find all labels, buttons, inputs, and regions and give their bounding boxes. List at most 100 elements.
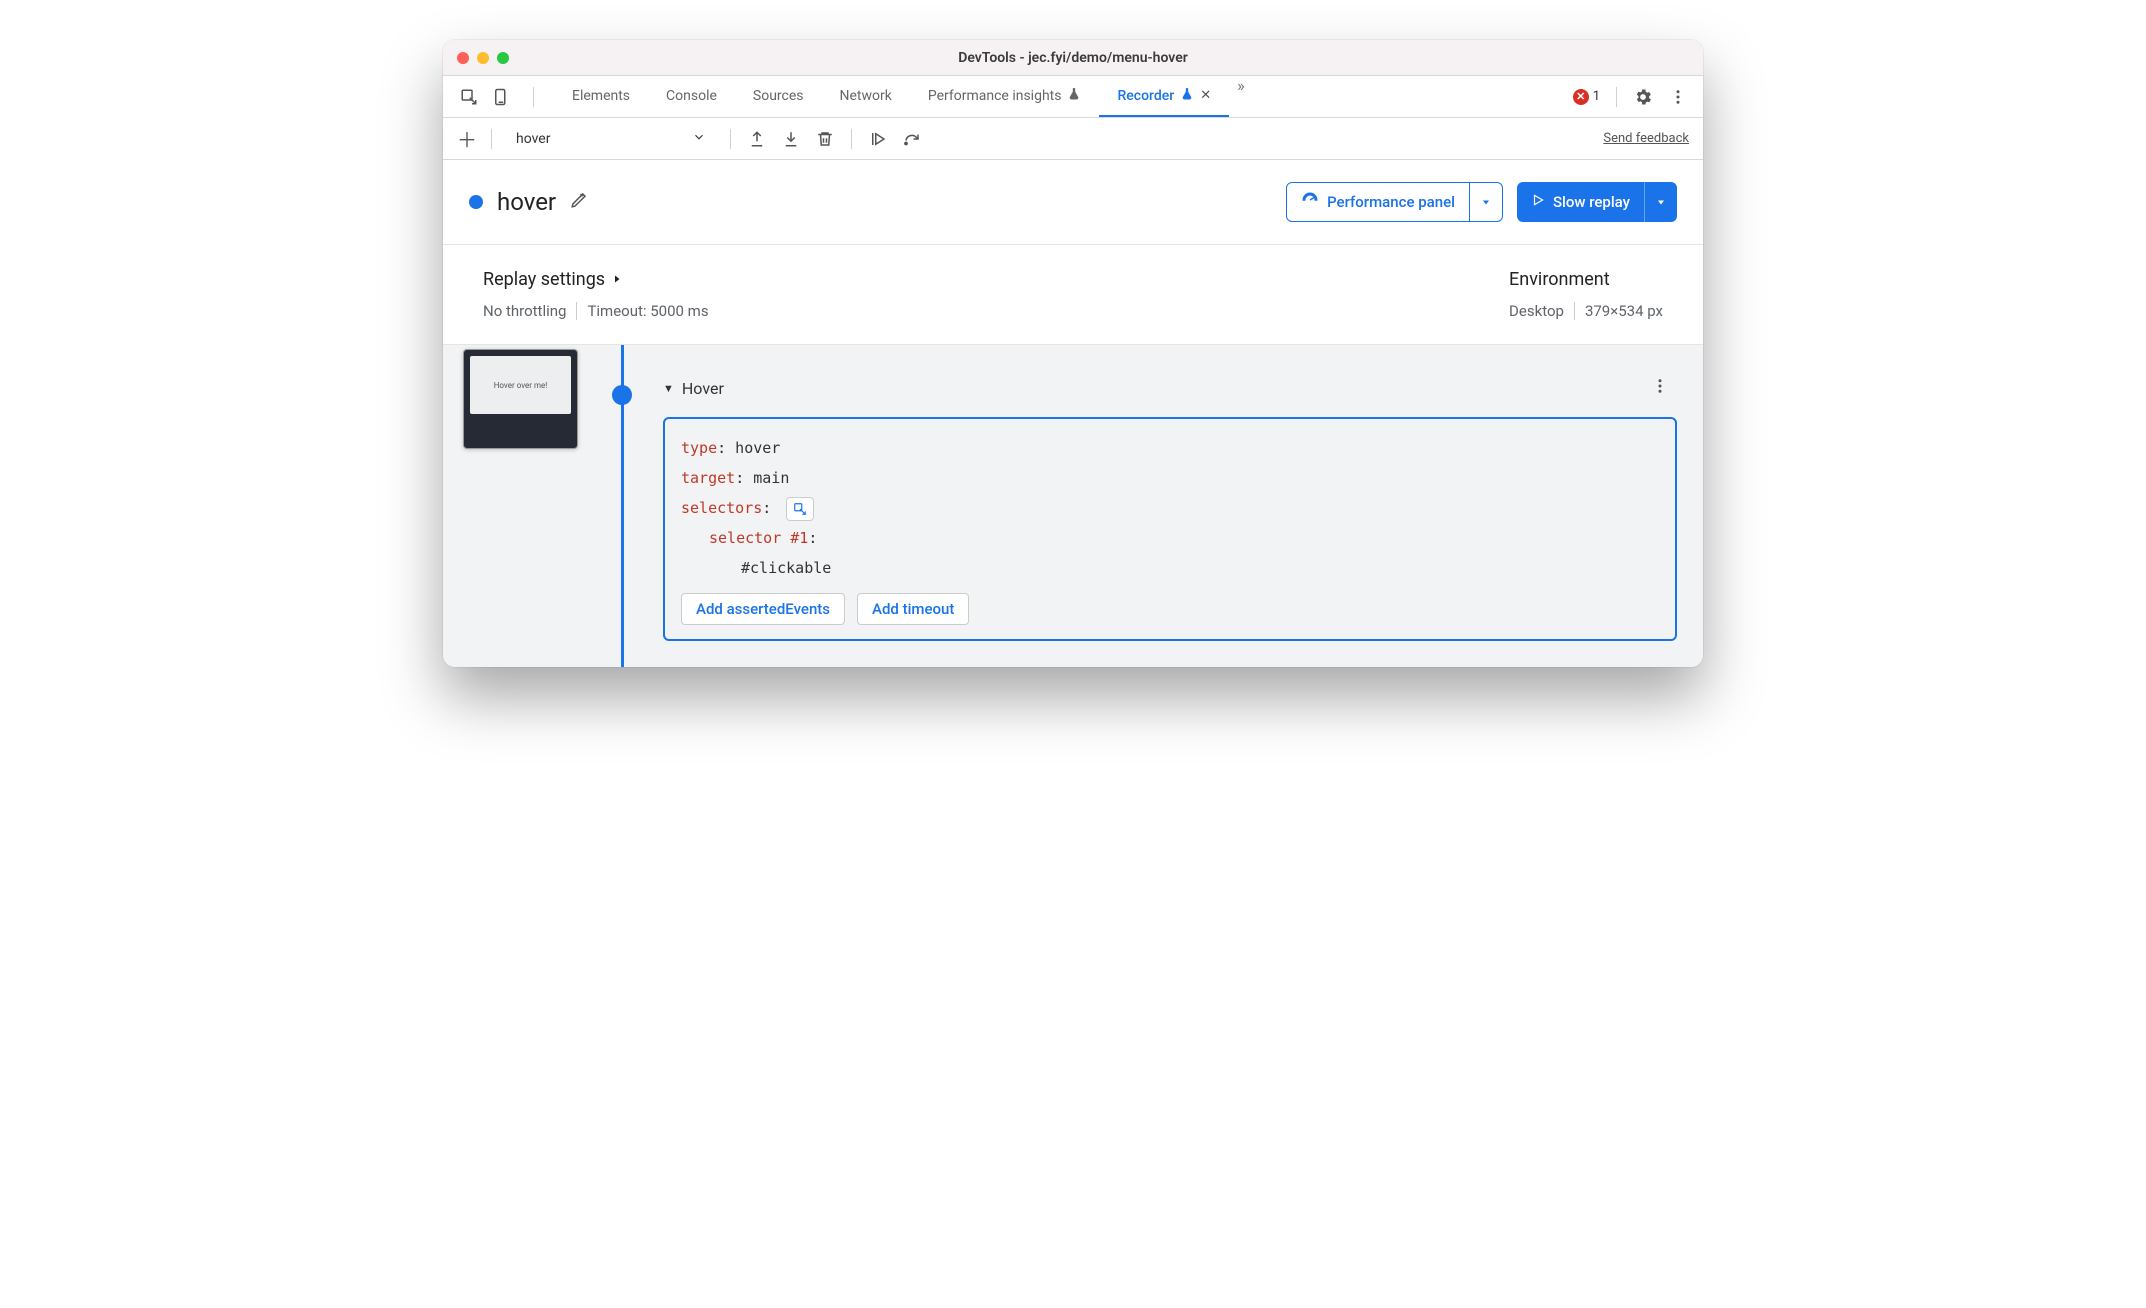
environment-label: Environment — [1509, 269, 1663, 290]
tab-console[interactable]: Console — [648, 76, 735, 117]
panel-tabs: Elements Console Sources Network Perform… — [554, 76, 1253, 117]
performance-panel-button: Performance panel — [1286, 182, 1503, 222]
maximize-window-icon[interactable] — [497, 52, 509, 64]
tab-label: Sources — [753, 88, 804, 104]
recording-header: hover Performance panel — [443, 160, 1703, 245]
traffic-lights — [457, 52, 509, 64]
throttling-value: No throttling — [483, 302, 566, 320]
selector1-value[interactable]: #clickable — [681, 553, 1659, 583]
key-target: target — [681, 469, 735, 487]
recording-select-value: hover — [516, 131, 550, 147]
timeline-column: Hover over me! — [443, 345, 623, 641]
step-row-target: target: main — [681, 463, 1659, 493]
gauge-icon — [1301, 191, 1319, 213]
step-name: Hover — [682, 379, 724, 398]
key-selectors: selectors — [681, 499, 762, 517]
step-details-card: type: hover target: main selectors: sele… — [663, 417, 1677, 641]
divider — [533, 87, 534, 107]
device-value: Desktop — [1509, 302, 1564, 320]
step-header[interactable]: ▼ Hover — [663, 373, 1677, 403]
selectors-colon: : — [762, 499, 771, 517]
divider — [491, 129, 492, 149]
tab-network[interactable]: Network — [822, 76, 910, 117]
key-type: type — [681, 439, 717, 457]
collapse-triangle-icon: ▼ — [663, 382, 674, 395]
performance-panel-label: Performance panel — [1327, 193, 1455, 211]
recording-select[interactable]: hover — [506, 130, 716, 148]
play-icon — [1531, 193, 1545, 211]
tab-label: Elements — [572, 88, 630, 104]
tab-performance-insights[interactable]: Performance insights — [910, 76, 1100, 117]
divider — [851, 129, 852, 149]
val-type: : hover — [717, 439, 780, 457]
step-screenshot-thumb[interactable]: Hover over me! — [463, 349, 578, 449]
tab-recorder[interactable]: Recorder ✕ — [1099, 76, 1229, 117]
tab-label: Console — [666, 88, 717, 104]
error-count: 1 — [1593, 89, 1600, 104]
flask-icon — [1180, 87, 1194, 105]
close-tab-icon[interactable]: ✕ — [1200, 88, 1211, 103]
import-icon[interactable] — [781, 129, 801, 149]
recording-title: hover — [497, 188, 556, 216]
divider — [1616, 87, 1617, 107]
dimensions-value: 379×534 px — [1585, 302, 1663, 320]
device-toolbar-icon[interactable] — [491, 87, 511, 107]
replay-settings-row: Replay settings No throttling Timeout: 5… — [443, 245, 1703, 345]
export-icon[interactable] — [747, 129, 767, 149]
recorder-toolbar: ＋ hover Send fe — [443, 118, 1703, 160]
slow-replay-label: Slow replay — [1553, 193, 1630, 211]
divider — [1574, 302, 1575, 320]
steps-timeline: Hover over me! ▼ Hover type: hover targe… — [443, 345, 1703, 667]
window-title: DevTools - jec.fyi/demo/menu-hover — [443, 50, 1703, 66]
tab-sources[interactable]: Sources — [735, 76, 822, 117]
divider — [576, 302, 577, 320]
inspect-element-icon[interactable] — [459, 87, 479, 107]
close-window-icon[interactable] — [457, 52, 469, 64]
slow-replay-button: Slow replay — [1517, 182, 1677, 222]
performance-panel-main[interactable]: Performance panel — [1287, 183, 1469, 221]
pick-selector-icon[interactable] — [786, 497, 814, 521]
add-asserted-events-button[interactable]: Add assertedEvents — [681, 593, 845, 625]
val-target: : main — [735, 469, 789, 487]
step-row-type: type: hover — [681, 433, 1659, 463]
timeout-value: Timeout: 5000 ms — [587, 302, 708, 320]
step-through-icon[interactable] — [868, 129, 888, 149]
step-kebab-icon[interactable] — [1643, 373, 1677, 403]
kebab-menu-icon[interactable] — [1663, 88, 1693, 106]
more-tabs-icon[interactable]: » — [1229, 76, 1253, 117]
delete-icon[interactable] — [815, 129, 835, 149]
step-row-selectors: selectors: — [681, 493, 1659, 523]
panel-tabbar: Elements Console Sources Network Perform… — [443, 76, 1703, 118]
tab-label: Performance insights — [928, 88, 1062, 104]
titlebar: DevTools - jec.fyi/demo/menu-hover — [443, 40, 1703, 76]
add-timeout-button[interactable]: Add timeout — [857, 593, 969, 625]
key-selector1: selector #1 — [709, 529, 808, 547]
step-card-actions: Add assertedEvents Add timeout — [681, 593, 1659, 625]
error-badge[interactable]: ✕ 1 — [1573, 89, 1600, 105]
recording-status-icon — [469, 195, 483, 209]
flask-icon — [1067, 87, 1081, 105]
slow-replay-main[interactable]: Slow replay — [1517, 182, 1644, 222]
minimize-window-icon[interactable] — [477, 52, 489, 64]
step-over-icon[interactable] — [902, 129, 922, 149]
chevron-down-icon — [692, 130, 706, 148]
replay-settings-toggle[interactable]: Replay settings — [483, 269, 709, 290]
tab-label: Recorder — [1117, 88, 1174, 104]
tab-label: Network — [840, 88, 892, 104]
tab-elements[interactable]: Elements — [554, 76, 648, 117]
settings-gear-icon[interactable] — [1633, 87, 1653, 107]
performance-panel-caret[interactable] — [1469, 183, 1502, 221]
chevron-right-icon — [611, 269, 623, 290]
error-icon: ✕ — [1573, 89, 1589, 105]
slow-replay-caret[interactable] — [1644, 182, 1677, 222]
divider — [730, 129, 731, 149]
screenshot-content: Hover over me! — [470, 356, 571, 414]
devtools-window: DevTools - jec.fyi/demo/menu-hover Eleme… — [443, 40, 1703, 667]
step-row-selector1: selector #1: — [681, 523, 1659, 553]
replay-settings-label: Replay settings — [483, 269, 605, 290]
new-recording-icon[interactable]: ＋ — [457, 124, 477, 153]
selector1-colon: : — [808, 529, 817, 547]
edit-title-icon[interactable] — [570, 191, 588, 213]
send-feedback-link[interactable]: Send feedback — [1603, 131, 1689, 146]
step-content: ▼ Hover type: hover target: main selecto… — [623, 345, 1703, 641]
